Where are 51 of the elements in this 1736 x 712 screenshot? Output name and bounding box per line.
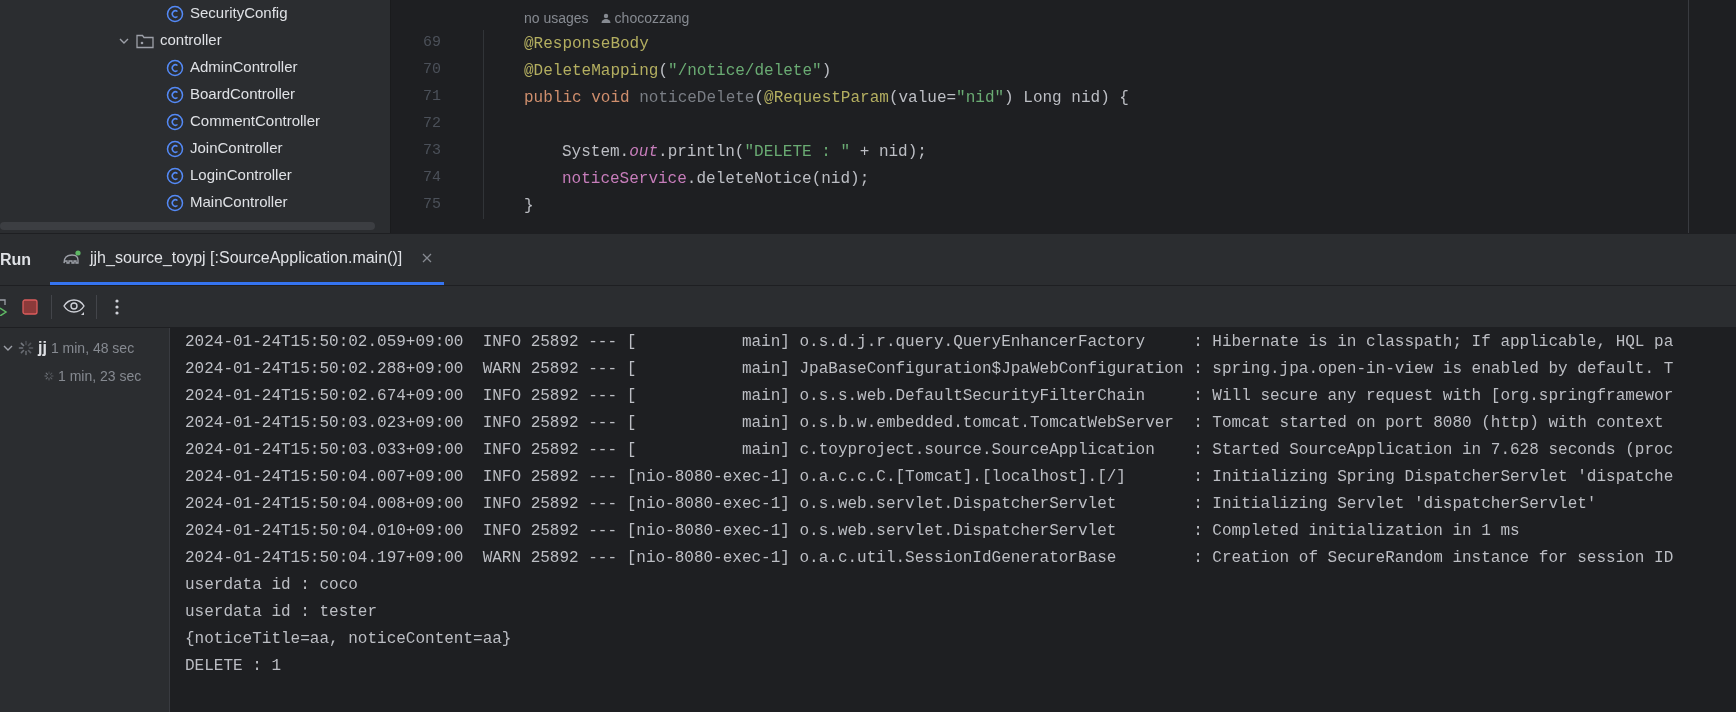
class-icon [166,139,184,158]
class-label[interactable]: CommentController [190,110,321,133]
class-label[interactable]: AdminController [190,56,298,79]
console-line: 2024-01-24T15:50:04.197+09:00 WARN 25892 --- [nio-8080-exec-1] o.a.c.util.SessionIdGeneratorBase : Creation of SecureRandom instance for session ID [185,547,1674,569]
user-icon [600,13,611,23]
eye-icon[interactable] [63,297,85,316]
rerun-icon[interactable] [0,297,8,316]
code-line: @DeleteMapping("/notice/delete") [524,60,832,82]
class-icon [166,112,184,131]
console-line: 2024-01-24T15:50:04.010+09:00 INFO 25892 --- [nio-8080-exec-1] o.s.web.servlet.DispatcherServlet : Completed initialization in 1 ms [185,520,1520,542]
console-line: 2024-01-24T15:50:02.288+09:00 WARN 25892 --- [ main] JpaBaseConfiguration$JpaWebConfiguration : spring.jpa.open-in-view is enabled by default. T [185,358,1674,380]
console-line: userdata id : tester [185,601,378,623]
code-line: System.out.println("DELETE : " + nid); [562,141,927,163]
console-line: 2024-01-24T15:50:04.007+09:00 INFO 25892 --- [nio-8080-exec-1] o.a.c.c.C.[Tomcat].[localhost].[/] : Initializing Spring DispatcherServlet 'dispatche [185,466,1674,488]
console-line: userdata id : coco [185,574,358,596]
class-label[interactable]: BoardController [190,83,296,106]
class-icon [166,4,184,23]
class-label[interactable]: SecurityConfig [190,2,288,25]
class-icon [166,58,184,77]
class-icon [166,166,184,185]
class-icon [166,85,184,104]
console-line: {noticeTitle=aa, noticeContent=aa} [185,628,512,650]
code-line: public void noticeDelete(@RequestParam(value="nid") Long nid) { [524,87,1129,109]
usages-hint[interactable]: no usages [524,7,589,29]
console-line: DELETE : 1 [185,655,281,677]
run-tab[interactable]: jjh_source_toypj [:SourceApplication.main()] [50,234,445,285]
more-icon[interactable] [115,298,119,315]
console-line: 2024-01-24T15:50:03.023+09:00 INFO 25892 --- [ main] o.s.b.w.embedded.tomcat.TomcatWebServer : Tomcat started on port 8080 (http) with context [185,412,1664,434]
class-label[interactable]: JoinController [190,137,283,160]
elephant-icon [62,250,82,266]
process-time: 1 min, 48 sec [50,338,135,358]
author-hint[interactable]: chocozzang [614,7,690,29]
code-line: } [524,195,534,217]
stop-icon[interactable] [22,298,38,315]
close-icon[interactable] [422,253,433,263]
class-label[interactable]: LoginController [190,164,292,187]
console-line: 2024-01-24T15:50:02.674+09:00 INFO 25892 --- [ main] o.s.s.web.DefaultSecurityFilterChain : Will secure any request with [org.springframewor [185,385,1674,407]
run-panel-title: Run [0,249,33,270]
class-icon [166,193,184,212]
class-label[interactable]: MainController [190,191,288,214]
console-line: 2024-01-24T15:50:04.008+09:00 INFO 25892 --- [nio-8080-exec-1] o.s.web.servlet.DispatcherServlet : Initializing Servlet 'dispatcherServlet' [185,493,1597,515]
process-time: 1 min, 23 sec [58,366,142,386]
process-label[interactable]: jj [38,336,47,360]
console-line: 2024-01-24T15:50:03.033+09:00 INFO 25892 --- [ main] c.toyproject.source.SourceApplication : Started SourceApplication in 7.628 seconds (proc [185,439,1674,461]
code-line: noticeService.deleteNotice(nid); [562,168,870,190]
folder-label[interactable]: controller [160,29,222,52]
folder-icon [136,32,154,49]
spinner-icon [18,340,34,356]
console-line: 2024-01-24T15:50:02.059+09:00 INFO 25892 --- [ main] o.s.d.j.r.query.QueryEnhancerFactory : Hibernate is in classpath; If applicable, HQL pa [185,331,1674,353]
spinner-icon [44,371,54,381]
code-line: @ResponseBody [524,33,649,55]
